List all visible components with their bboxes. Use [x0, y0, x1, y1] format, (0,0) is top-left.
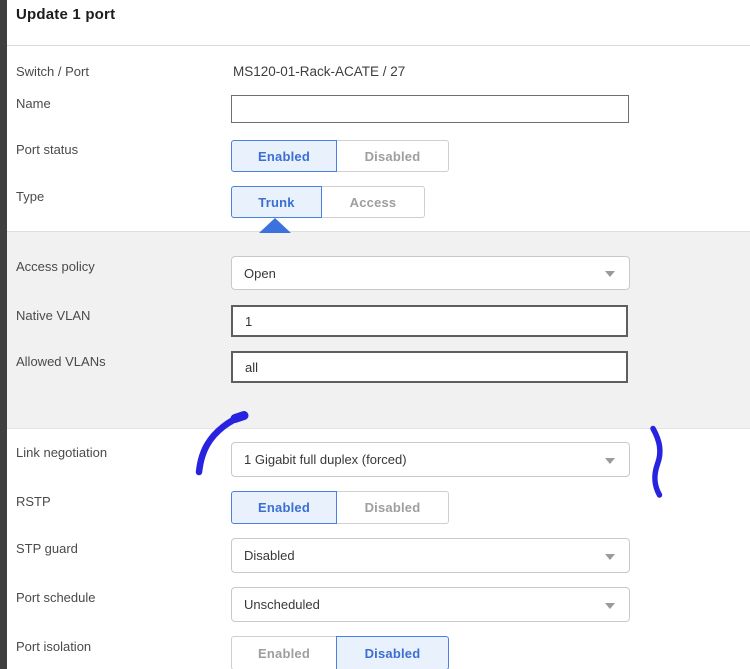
type-toggle: Trunk Access [231, 186, 425, 218]
allowed-vlans-label: Allowed VLANs [16, 354, 106, 369]
update-port-dialog: Update 1 port Switch / Port MS120-01-Rac… [0, 0, 750, 669]
port-status-label: Port status [16, 142, 79, 157]
section-pointer-icon [259, 218, 291, 233]
link-negotiation-label: Link negotiation [16, 445, 108, 460]
page-background-strip [0, 0, 7, 669]
stp-guard-label: STP guard [16, 541, 78, 556]
link-negotiation-select[interactable]: 1 Gigabit full duplex (forced) [231, 442, 630, 477]
port-schedule-value: Unscheduled [244, 597, 320, 612]
allowed-vlans-input[interactable] [231, 351, 628, 383]
switch-port-value: MS120-01-Rack-ACATE / 27 [233, 64, 406, 79]
chevron-down-icon [605, 271, 615, 277]
native-vlan-input[interactable] [231, 305, 628, 337]
port-isolation-label: Port isolation [16, 639, 92, 654]
access-policy-select[interactable]: Open [231, 256, 630, 290]
native-vlan-label: Native VLAN [16, 308, 91, 323]
type-label: Type [16, 189, 45, 204]
access-policy-label: Access policy [16, 259, 95, 274]
name-input[interactable] [231, 95, 629, 123]
port-status-toggle: Enabled Disabled [231, 140, 449, 172]
chevron-down-icon [605, 602, 615, 609]
chevron-down-icon [605, 553, 615, 560]
port-schedule-label: Port schedule [16, 590, 96, 605]
rstp-toggle: Enabled Disabled [231, 491, 449, 524]
switch-port-label: Switch / Port [16, 64, 89, 79]
rstp-enabled-button[interactable]: Enabled [231, 491, 337, 524]
port-isolation-toggle: Enabled Disabled [231, 636, 449, 669]
rstp-label: RSTP [16, 494, 51, 509]
access-policy-value: Open [244, 265, 276, 281]
port-status-disabled-button[interactable]: Disabled [336, 140, 449, 172]
port-schedule-select[interactable]: Unscheduled [231, 587, 630, 622]
port-isolation-disabled-button[interactable]: Disabled [336, 636, 449, 669]
page-title: Update 1 port [16, 6, 116, 23]
type-trunk-button[interactable]: Trunk [231, 186, 322, 218]
pen-annotation-right [650, 425, 663, 498]
title-divider [7, 45, 750, 46]
stp-guard-select[interactable]: Disabled [231, 538, 630, 573]
port-status-enabled-button[interactable]: Enabled [231, 140, 337, 172]
name-label: Name [16, 96, 51, 111]
rstp-disabled-button[interactable]: Disabled [336, 491, 449, 524]
link-negotiation-value: 1 Gigabit full duplex (forced) [244, 452, 407, 467]
stp-guard-value: Disabled [244, 548, 295, 563]
port-isolation-enabled-button[interactable]: Enabled [231, 636, 337, 669]
type-access-button[interactable]: Access [321, 186, 425, 218]
chevron-down-icon [605, 457, 615, 464]
